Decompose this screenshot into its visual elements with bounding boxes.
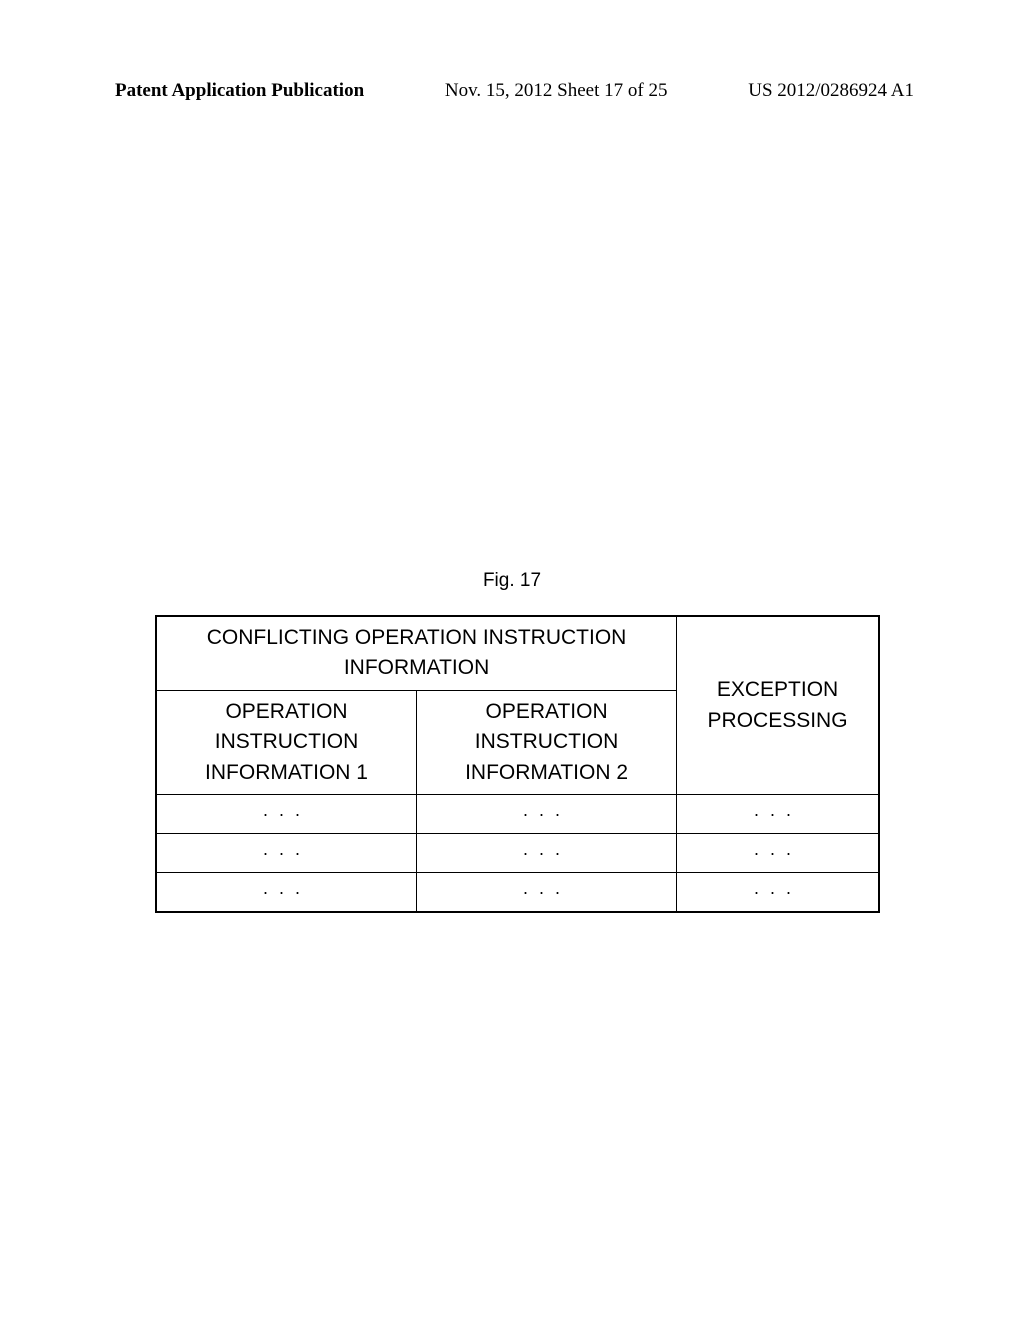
- table-header-op2: OPERATION INSTRUCTION INFORMATION 2: [417, 690, 677, 794]
- date-sheet-label: Nov. 15, 2012 Sheet 17 of 25: [445, 80, 668, 102]
- table-cell: ···: [677, 795, 879, 834]
- conflict-table: CONFLICTING OPERATION INSTRUCTION INFORM…: [155, 615, 880, 913]
- table-header-op1: OPERATION INSTRUCTION INFORMATION 1: [156, 690, 417, 794]
- table-row: ··· ··· ···: [156, 834, 879, 873]
- table-cell: ···: [417, 873, 677, 913]
- publication-number: US 2012/0286924 A1: [748, 80, 914, 102]
- table-cell: ···: [417, 795, 677, 834]
- table-header-conflicting: CONFLICTING OPERATION INSTRUCTION INFORM…: [156, 616, 677, 690]
- figure-caption: Fig. 17: [483, 570, 541, 592]
- table-cell: ···: [156, 795, 417, 834]
- table-cell: ···: [417, 834, 677, 873]
- publication-label: Patent Application Publication: [115, 80, 364, 102]
- table-cell: ···: [677, 834, 879, 873]
- page-header: Patent Application Publication Nov. 15, …: [115, 80, 914, 102]
- table-header-exception: EXCEPTION PROCESSING: [677, 616, 879, 795]
- table-cell: ···: [677, 873, 879, 913]
- table-cell: ···: [156, 834, 417, 873]
- table-cell: ···: [156, 873, 417, 913]
- figure-table: CONFLICTING OPERATION INSTRUCTION INFORM…: [155, 615, 880, 913]
- table-row: ··· ··· ···: [156, 873, 879, 913]
- table-row: ··· ··· ···: [156, 795, 879, 834]
